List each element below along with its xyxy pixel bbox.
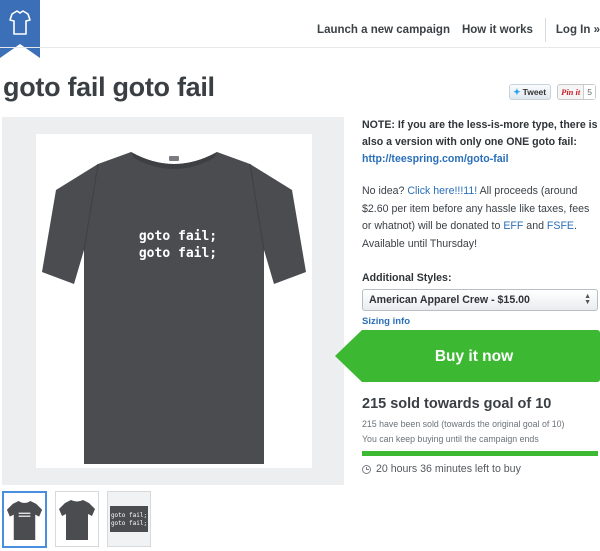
thumb-print-line2: goto fail; [111, 520, 147, 527]
thumbnail-back[interactable] [55, 491, 99, 547]
campaign-details: NOTE: If you are the less-is-more type, … [362, 117, 600, 327]
header-divider [0, 47, 600, 48]
social-buttons: ✦ Tweet Pin it 5 [509, 84, 596, 100]
select-arrows-icon: ▲ ▼ [584, 293, 591, 306]
click-here-link[interactable]: Click here!!!11! [407, 185, 477, 197]
campaign-progress-bar [362, 451, 598, 456]
pin-count: 5 [583, 85, 595, 99]
style-select-value: American Apparel Crew - $15.00 [369, 294, 530, 306]
thumb-front-shirt [6, 500, 43, 540]
product-image-panel: goto fail; goto fail; [2, 117, 344, 485]
thumbnail-print[interactable]: goto fail; goto fail; [107, 491, 151, 547]
thumbnail-front[interactable] [2, 491, 47, 548]
buy-button-shape: Buy it now [335, 330, 600, 382]
tweet-button[interactable]: ✦ Tweet [509, 84, 552, 100]
sold-count-title: 215 sold towards goal of 10 [362, 396, 552, 412]
desc-part3: and [523, 220, 547, 232]
description: No idea? Click here!!!11! All proceeds (… [362, 183, 600, 253]
sold-subtext-line1: 215 have been sold (towards the original… [362, 419, 565, 429]
shirt-print-line1: goto fail; [139, 229, 217, 244]
page-title: goto fail goto fail [3, 72, 215, 102]
sold-subtext: 215 have been sold (towards the original… [362, 417, 598, 446]
buy-button-label: Buy it now [435, 348, 514, 365]
tshirt-image: goto fail; goto fail; [42, 152, 306, 464]
clock-icon [362, 464, 371, 474]
thumb-back-shirt [59, 500, 95, 540]
buy-now-button[interactable]: Buy it now [335, 330, 600, 382]
fsfe-link[interactable]: FSFE [547, 220, 574, 232]
nav-login[interactable]: Log In » [556, 24, 600, 36]
sold-subtext-line2: You can keep buying until the campaign e… [362, 433, 539, 444]
additional-styles-label: Additional Styles: [362, 272, 452, 284]
product-image[interactable]: goto fail; goto fail; [36, 134, 312, 468]
note-body: NOTE: If you are the less-is-more type, … [362, 119, 598, 148]
teespring-logo[interactable] [0, 0, 50, 60]
thumbnail-strip: goto fail; goto fail; [2, 491, 151, 548]
time-left: 20 hours 36 minutes left to buy [362, 463, 521, 475]
top-navigation: Launch a new campaign How it works Log I… [317, 18, 600, 42]
time-left-text: 20 hours 36 minutes left to buy [376, 463, 521, 475]
pin-label: Pin it [561, 87, 581, 97]
campaign-progress-fill [362, 451, 598, 456]
tweet-label: Tweet [522, 87, 547, 97]
thumb-print-design: goto fail; goto fail; [110, 506, 148, 532]
note-text: NOTE: If you are the less-is-more type, … [362, 117, 600, 168]
logo-ribbon-icon [0, 0, 40, 58]
twitter-bird-icon: ✦ [513, 86, 521, 97]
pinterest-button[interactable]: Pin it 5 [557, 84, 596, 100]
eff-link[interactable]: EFF [503, 220, 523, 232]
desc-part1: No idea? [362, 185, 408, 197]
nav-separator [544, 18, 546, 42]
shirt-print-line2: goto fail; [139, 246, 217, 261]
thumb-print-line1: goto fail; [111, 512, 147, 519]
nav-launch-campaign[interactable]: Launch a new campaign [317, 24, 450, 36]
sizing-info-link[interactable]: Sizing info [362, 316, 600, 327]
goto-fail-link[interactable]: http://teespring.com/goto-fail [362, 153, 509, 165]
nav-how-it-works[interactable]: How it works [462, 24, 533, 36]
style-select[interactable]: American Apparel Crew - $15.00 ▲ ▼ [362, 289, 598, 311]
